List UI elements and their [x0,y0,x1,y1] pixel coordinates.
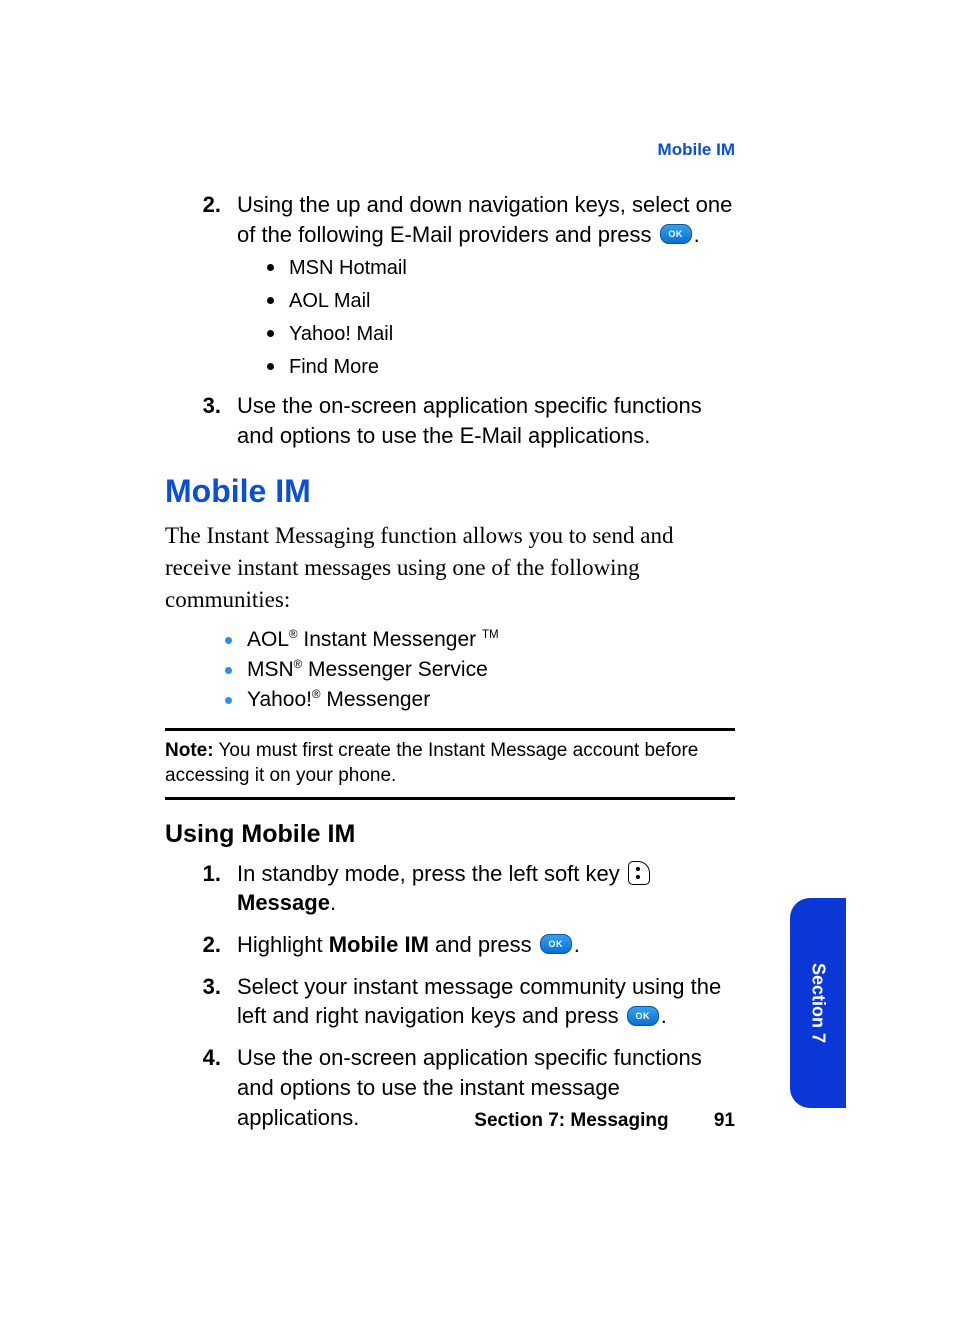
list-item: MSN® Messenger Service [225,658,735,682]
step-text: Use the on-screen application specific f… [237,393,702,448]
ok-key-icon [540,934,572,954]
running-head: Mobile IM [658,140,735,160]
step-bold: Message [237,890,330,915]
step-bold: Mobile IM [329,932,429,957]
note-box: Note: You must first create the Instant … [165,728,735,799]
step-text: . [661,1003,667,1028]
list-item: Yahoo!® Messenger [225,688,735,712]
step-text: Using the up and down navigation keys, s… [237,192,732,247]
step-text: and press [429,932,538,957]
list-item: MSN Hotmail [267,255,735,282]
step-text: Highlight [237,932,329,957]
step-item: 1.In standby mode, press the left soft k… [165,859,735,918]
using-mobile-im-steps: 1.In standby mode, press the left soft k… [165,859,735,1133]
step-text: . [330,890,336,915]
step-body: Highlight Mobile IM and press . [237,930,735,960]
step-item: 3.Use the on-screen application specific… [165,391,735,450]
step-body: Using the up and down navigation keys, s… [237,190,735,387]
heading-using-mobile-im: Using Mobile IM [165,820,735,849]
step-number: 2. [165,930,237,960]
intro-paragraph: The Instant Messaging function allows yo… [165,520,735,617]
im-community-list: AOL® Instant Messenger TM MSN® Messenger … [225,628,735,712]
step-item: 2.Highlight Mobile IM and press . [165,930,735,960]
page-number: 91 [714,1110,735,1132]
note-text: You must first create the Instant Messag… [165,740,698,786]
step-text: . [694,222,700,247]
section-tab-label: Section 7 [808,963,829,1043]
email-steps-list: 2.Using the up and down navigation keys,… [165,190,735,451]
step-text: . [574,932,580,957]
step-body: In standby mode, press the left soft key… [237,859,735,918]
step-item: 2.Using the up and down navigation keys,… [165,190,735,387]
list-item: AOL Mail [267,288,735,315]
step-item: 3.Select your instant message community … [165,972,735,1031]
list-item: AOL® Instant Messenger TM [225,628,735,652]
provider-list: MSN Hotmail AOL Mail Yahoo! Mail Find More [267,255,735,381]
step-number: 3. [165,391,237,421]
heading-mobile-im: Mobile IM [165,473,735,510]
footer-section-title: Section 7: Messaging [474,1110,668,1131]
step-number: 3. [165,972,237,1002]
ok-key-icon [660,224,692,244]
step-body: Select your instant message community us… [237,972,735,1031]
step-number: 2. [165,190,237,220]
step-text: In standby mode, press the left soft key [237,861,626,886]
section-thumb-tab: Section 7 [790,898,846,1108]
page-body: Mobile IM 2.Using the up and down naviga… [165,140,735,1144]
left-soft-key-icon [628,861,650,885]
ok-key-icon [627,1006,659,1026]
step-body: Use the on-screen application specific f… [237,391,735,450]
content-area: 2.Using the up and down navigation keys,… [165,190,735,1132]
list-item: Find More [267,354,735,381]
note-label: Note: [165,740,214,761]
step-number: 4. [165,1043,237,1073]
page-footer: Section 7: Messaging 91 [165,1110,735,1132]
step-number: 1. [165,859,237,889]
list-item: Yahoo! Mail [267,321,735,348]
